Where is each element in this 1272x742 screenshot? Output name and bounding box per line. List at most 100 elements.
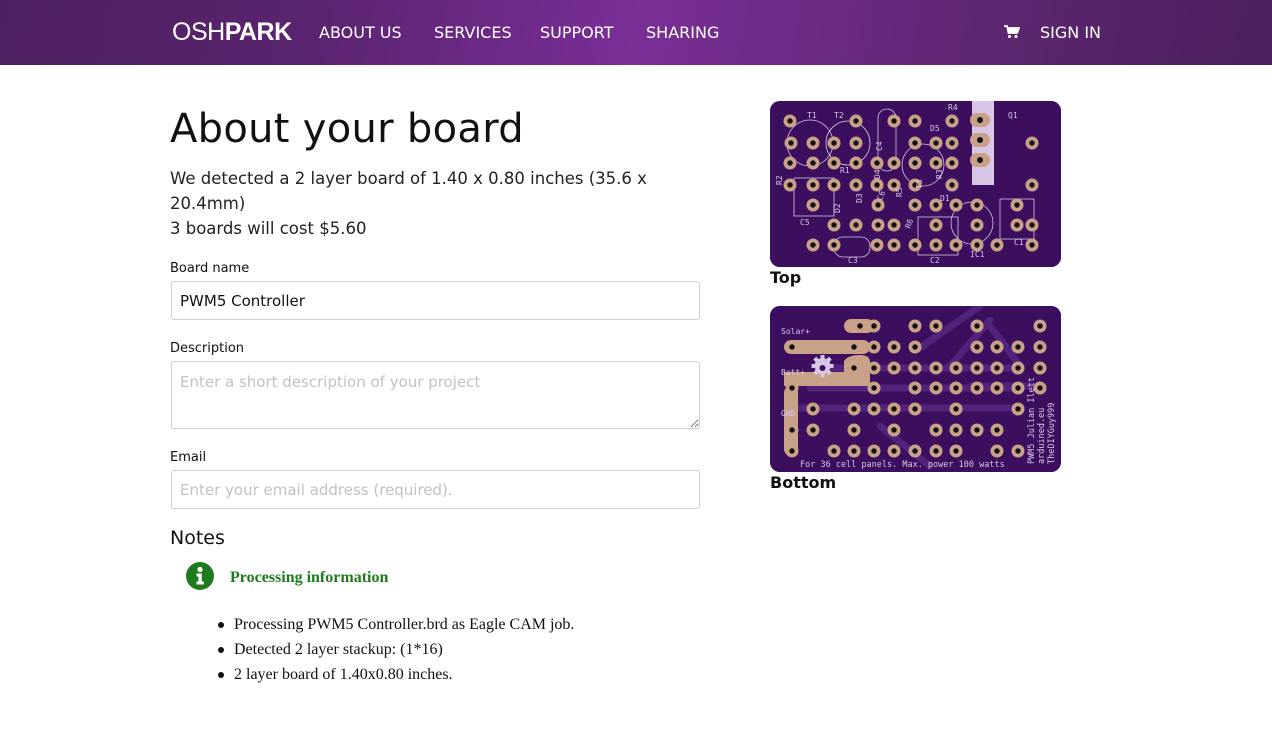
pcb-silk-label: T1 [807, 111, 817, 120]
pcb-silk-label: R2 [775, 175, 784, 185]
pcb-drill [810, 406, 816, 412]
pcb-drill [891, 448, 897, 454]
email-input[interactable] [171, 470, 700, 509]
pcb-drill [831, 160, 837, 166]
description-textarea[interactable] [171, 361, 700, 429]
nav-support[interactable]: SUPPORT [540, 23, 613, 43]
pcb-drill [949, 182, 955, 188]
pcb-top-render: T1 T2D5R4Q1R1D1C5C1C3 C2IC1C4R2D4T3R3D2D3 C… [770, 101, 1061, 267]
pcb-drill [853, 222, 859, 228]
pcb-silk-label: IC1 [970, 250, 985, 259]
note-item: 2 layer board of 1.40x0.80 inches. [217, 662, 574, 687]
pcb-drill [994, 385, 1000, 391]
board-bottom-preview[interactable]: Solar+ Batt+ GND For 36 cell panels. Max. p… [770, 306, 1061, 472]
pcb-silk-label: arduined.eu [1037, 408, 1047, 464]
pcb-drill [974, 365, 980, 371]
pcb-drill [974, 427, 980, 433]
top-navbar: OSHPARK ABOUT US SERVICES SUPPORT SHARIN… [0, 0, 1272, 65]
pcb-drill [933, 323, 939, 329]
pcb-drill [912, 242, 918, 248]
pcb-drill [810, 427, 816, 433]
pcb-drill [810, 202, 816, 208]
pcb-drill [1037, 365, 1043, 371]
pcb-drill [874, 242, 880, 248]
pcb-drill [810, 140, 816, 146]
pcb-silk-label: D5 [930, 124, 940, 133]
nav-about-us[interactable]: ABOUT US [319, 23, 402, 43]
pcb-drill [789, 385, 795, 391]
pcb-drill [994, 242, 1000, 248]
pcb-drill [977, 157, 983, 163]
pcb-silk-label: D4 [873, 169, 882, 179]
pcb-drill [871, 385, 877, 391]
pcb-silk-label: T2 [834, 111, 844, 120]
pcb-silk-label: C5 [800, 218, 810, 227]
pcb-drill [831, 242, 837, 248]
pcb-drill [810, 182, 816, 188]
pcb-drill [974, 202, 980, 208]
pcb-drill [933, 160, 939, 166]
pcb-drill [1015, 448, 1021, 454]
pcb-drill [871, 448, 877, 454]
note-item: Processing PWM5 Controller.brd as Eagle … [217, 612, 574, 637]
pcb-drill [891, 427, 897, 433]
pcb-drill [789, 344, 795, 350]
pcb-drill [912, 448, 918, 454]
pcb-drill [1015, 365, 1021, 371]
pcb-bottom-render: Solar+ Batt+ GND For 36 cell panels. Max. p… [770, 306, 1061, 472]
pcb-drill [912, 344, 918, 350]
pcb-drill [933, 202, 939, 208]
board-name-label: Board name [170, 261, 250, 276]
pcb-silk-label: D2 [833, 203, 842, 213]
pcb-drill [1015, 406, 1021, 412]
pcb-drill [871, 323, 877, 329]
pcb-drill [953, 385, 959, 391]
pcb-drill [994, 344, 1000, 350]
pcb-drill [789, 448, 795, 454]
oshpark-logo[interactable]: OSHPARK [172, 19, 292, 46]
pcb-drill [831, 140, 837, 146]
pcb-drill [933, 448, 939, 454]
pcb-drill [891, 242, 897, 248]
email-label: Email [170, 450, 207, 465]
processing-info-title: Processing information [230, 569, 389, 586]
pcb-silk-label: D3 [855, 193, 864, 203]
pcb-drill [1029, 140, 1035, 146]
pcb-drill [1015, 385, 1021, 391]
pcb-drill [853, 140, 859, 146]
pcb-drill [974, 385, 980, 391]
pcb-drill [874, 160, 880, 166]
board-top-preview[interactable]: T1 T2 D5 R4 Q1 R1 D1 C5 C1 C3 C2 IC1 C4 R2 D4 T3 R3 D2 D3 C… [770, 101, 1061, 267]
pcb-drill [891, 182, 897, 188]
pcb-drill [994, 427, 1000, 433]
pcb-drill [912, 160, 918, 166]
pcb-silk-label: PWM5 Julian Ilett [1027, 377, 1037, 464]
logo-light-text: OSH [172, 18, 225, 46]
pcb-drill [831, 182, 837, 188]
pcb-drill [891, 222, 897, 228]
pcb-drill [891, 406, 897, 412]
pcb-drill [977, 137, 983, 143]
pcb-drill [953, 365, 959, 371]
pcb-drill [831, 448, 837, 454]
pcb-drill [891, 344, 897, 350]
pcb-silk-label: R5 [895, 187, 904, 197]
pcb-drill [949, 160, 955, 166]
pcb-drill [912, 118, 918, 124]
sign-in-link[interactable]: SIGN IN [1040, 23, 1101, 43]
board-name-input[interactable] [171, 281, 700, 320]
pcb-drill [871, 365, 877, 371]
pcb-silk-label: TheDIYGuy999 [1047, 403, 1057, 464]
pcb-drill [953, 427, 959, 433]
nav-sharing[interactable]: SHARING [646, 23, 719, 43]
pcb-drill [891, 160, 897, 166]
pcb-drill [994, 365, 1000, 371]
pcb-silk-label: C4 [875, 141, 884, 151]
pcb-drill [810, 242, 816, 248]
info-circle-icon [186, 562, 214, 590]
pcb-silk-label: Solar+ [781, 327, 810, 336]
pcb-silk-label: R1 [840, 166, 850, 175]
shopping-cart-icon[interactable] [1004, 25, 1020, 39]
nav-services[interactable]: SERVICES [434, 23, 512, 43]
top-preview-caption: Top [770, 268, 802, 287]
